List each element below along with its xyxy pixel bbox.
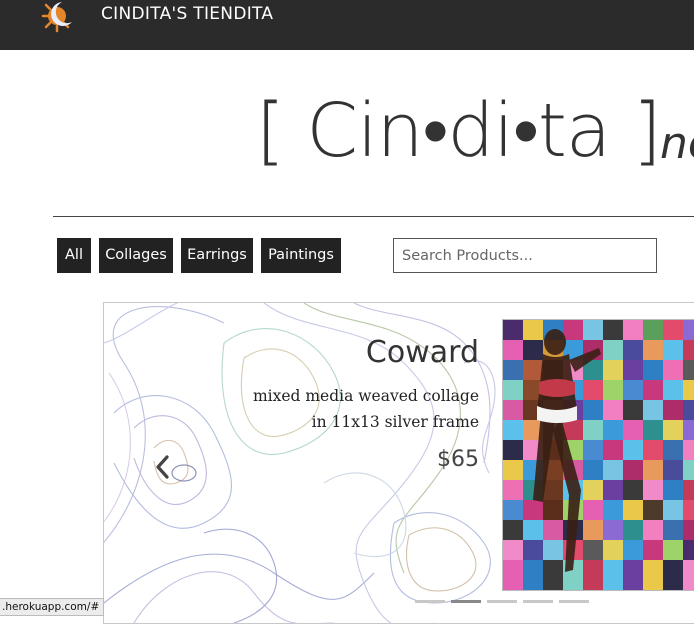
filter-collages-button[interactable]: Collages: [99, 238, 173, 273]
status-bar-url: .herokuapp.com/#: [0, 598, 105, 616]
hero-title: [ Cin•di•ta ]: [256, 88, 662, 174]
moon-sun-logo-icon[interactable]: [40, 0, 76, 34]
carousel-indicator-1[interactable]: [415, 600, 445, 603]
filter-all-button[interactable]: All: [57, 238, 91, 273]
filter-paintings-button[interactable]: Paintings: [261, 238, 341, 273]
product-title[interactable]: Coward: [366, 335, 479, 370]
chevron-left-icon[interactable]: [152, 453, 176, 481]
top-navbar: CINDITA'S TIENDITA: [0, 0, 694, 50]
carousel-indicator-2[interactable]: [451, 600, 481, 603]
brand-name[interactable]: CINDITA'S TIENDITA: [101, 4, 273, 24]
product-price: $65: [437, 447, 479, 472]
search-input[interactable]: [393, 238, 657, 273]
carousel-indicator-5[interactable]: [559, 600, 589, 603]
filter-earrings-button[interactable]: Earrings: [181, 238, 253, 273]
hero-subtitle: no: [660, 118, 694, 169]
product-carousel: Coward mixed media weaved collage in 11x…: [103, 302, 694, 624]
product-description: mixed media weaved collage in 11x13 silv…: [252, 387, 479, 431]
divider: [53, 216, 694, 217]
woven-collage-image[interactable]: [502, 319, 694, 591]
carousel-indicator-4[interactable]: [523, 600, 553, 603]
carousel-indicator-3[interactable]: [487, 600, 517, 603]
